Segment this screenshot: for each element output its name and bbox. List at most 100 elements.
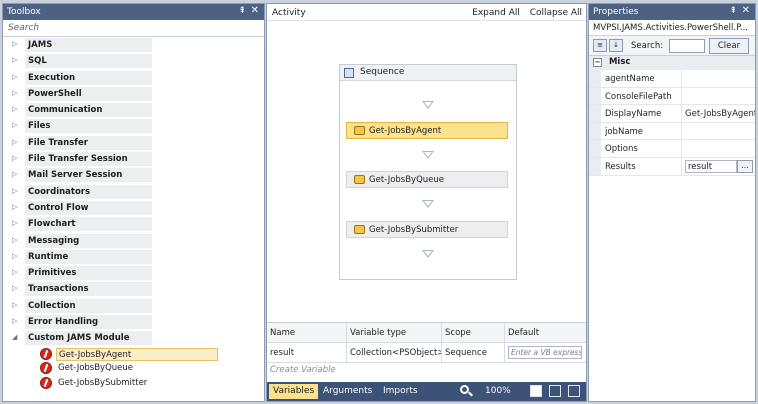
expanded-arrow-icon[interactable]: ◢ bbox=[12, 333, 17, 341]
designer-canvas[interactable]: Sequence Get-JobsByAgent Get-JobsByQueue… bbox=[267, 21, 586, 322]
variable-default-cell[interactable]: Enter a VB expression bbox=[505, 343, 586, 363]
activity-get-jobsbyagent[interactable]: Get-JobsByAgent bbox=[346, 122, 508, 139]
create-variable-link[interactable]: Create Variable bbox=[270, 365, 336, 375]
property-value[interactable] bbox=[681, 87, 755, 105]
drop-target-arrow-icon[interactable] bbox=[422, 250, 434, 258]
drop-target-arrow-icon[interactable] bbox=[422, 151, 434, 159]
property-row[interactable]: Results result... bbox=[589, 157, 755, 176]
categorized-icon[interactable]: ≡ bbox=[593, 39, 607, 52]
expand-all-link[interactable]: Expand All bbox=[472, 8, 520, 18]
variable-type-cell[interactable]: Collection<PSObject> bbox=[347, 343, 442, 363]
property-row[interactable]: jobName bbox=[589, 122, 755, 141]
toolbox-category[interactable]: ▷ Messaging bbox=[3, 233, 264, 249]
toolbox-activity-item[interactable]: Get-JobsBySubmitter bbox=[3, 376, 264, 391]
property-value[interactable] bbox=[681, 70, 755, 87]
drop-target-arrow-icon[interactable] bbox=[422, 101, 434, 109]
property-row[interactable]: DisplayName Get-JobsByAgent bbox=[589, 105, 755, 123]
pin-icon[interactable]: ⇞ bbox=[238, 6, 246, 16]
toolbox-category[interactable]: ▷ JAMS bbox=[3, 37, 264, 53]
category-misc[interactable]: − Misc bbox=[589, 56, 755, 70]
toolbox-category[interactable]: ▷ Control Flow bbox=[3, 200, 264, 216]
toolbox-category[interactable]: ◢ Custom JAMS Module bbox=[3, 330, 264, 346]
toolbox-search-input[interactable]: Search bbox=[3, 20, 264, 37]
toolbox-category[interactable]: ▷ Files bbox=[3, 118, 264, 134]
property-row[interactable]: ConsoleFilePath bbox=[589, 87, 755, 106]
collapsed-arrow-icon[interactable]: ▷ bbox=[12, 268, 17, 276]
toolbox-category-label: Files bbox=[25, 119, 152, 134]
property-value[interactable] bbox=[681, 122, 755, 140]
collapsed-arrow-icon[interactable]: ▷ bbox=[12, 203, 17, 211]
column-header-name[interactable]: Name bbox=[267, 323, 347, 343]
toolbox-category[interactable]: ▷ Error Handling bbox=[3, 314, 264, 330]
tab-arguments[interactable]: Arguments bbox=[319, 384, 376, 399]
toolbox-category[interactable]: ▷ PowerShell bbox=[3, 86, 264, 102]
collapsed-arrow-icon[interactable]: ▷ bbox=[12, 89, 17, 97]
collapsed-arrow-icon[interactable]: ▷ bbox=[12, 138, 17, 146]
zoom-level[interactable]: 100% bbox=[485, 386, 511, 396]
close-icon[interactable]: ✕ bbox=[742, 5, 750, 16]
toolbox-category[interactable]: ▷ Execution bbox=[3, 70, 264, 86]
toolbox-category[interactable]: ▷ File Transfer Session bbox=[3, 151, 264, 167]
toolbox-category[interactable]: ▷ Runtime bbox=[3, 249, 264, 265]
property-value-text[interactable]: Get-JobsByAgent bbox=[685, 109, 755, 119]
collapsed-arrow-icon[interactable]: ▷ bbox=[12, 301, 17, 309]
variable-scope-cell[interactable]: Sequence bbox=[442, 343, 505, 363]
results-input[interactable]: result bbox=[685, 159, 737, 173]
collapsed-arrow-icon[interactable]: ▷ bbox=[12, 170, 17, 178]
toolbox-category[interactable]: ▷ Primitives bbox=[3, 265, 264, 281]
toolbox-category[interactable]: ▷ Transactions bbox=[3, 281, 264, 297]
toolbox-category[interactable]: ▷ SQL bbox=[3, 53, 264, 69]
pin-icon[interactable]: ⇞ bbox=[729, 6, 737, 16]
zoom-icon[interactable] bbox=[460, 385, 469, 394]
property-gutter bbox=[589, 105, 601, 122]
property-value[interactable] bbox=[681, 140, 755, 157]
toolbox-category[interactable]: ▷ File Transfer bbox=[3, 135, 264, 151]
property-value[interactable]: Get-JobsByAgent bbox=[681, 105, 755, 122]
collapsed-arrow-icon[interactable]: ▷ bbox=[12, 252, 17, 260]
toolbox-category[interactable]: ▷ Coordinators bbox=[3, 184, 264, 200]
ellipsis-button[interactable]: ... bbox=[737, 159, 753, 173]
column-header-scope[interactable]: Scope bbox=[442, 323, 505, 343]
collapsed-arrow-icon[interactable]: ▷ bbox=[12, 105, 17, 113]
tab-variables[interactable]: Variables bbox=[269, 384, 319, 399]
toolbox-category[interactable]: ▷ Flowchart bbox=[3, 216, 264, 232]
property-value[interactable]: result... bbox=[681, 157, 755, 175]
variable-name-cell[interactable]: result bbox=[267, 343, 347, 363]
toolbox-category-label: File Transfer bbox=[25, 135, 152, 150]
column-header-variable-type[interactable]: Variable type bbox=[347, 323, 442, 343]
sequence-activity[interactable]: Sequence Get-JobsByAgent Get-JobsByQueue… bbox=[339, 64, 517, 280]
collapsed-arrow-icon[interactable]: ▷ bbox=[12, 73, 17, 81]
collapsed-arrow-icon[interactable]: ▷ bbox=[12, 236, 17, 244]
collapsed-arrow-icon[interactable]: ▷ bbox=[12, 187, 17, 195]
toolbox-category[interactable]: ▷ Communication bbox=[3, 102, 264, 118]
drop-target-arrow-icon[interactable] bbox=[422, 200, 434, 208]
fit-to-screen-icon[interactable] bbox=[549, 385, 561, 397]
collapse-icon[interactable]: − bbox=[593, 58, 602, 67]
collapsed-arrow-icon[interactable]: ▷ bbox=[12, 317, 17, 325]
toolbox-category[interactable]: ▷ Collection bbox=[3, 298, 264, 314]
toolbox-category[interactable]: ▷ Mail Server Session bbox=[3, 167, 264, 183]
tab-imports[interactable]: Imports bbox=[379, 384, 422, 399]
collapse-all-link[interactable]: Collapse All bbox=[530, 8, 582, 18]
toolbox-activity-item[interactable]: Get-JobsByAgent bbox=[3, 347, 264, 362]
table-row[interactable]: result Collection<PSObject> Sequence Ent… bbox=[267, 343, 586, 363]
collapsed-arrow-icon[interactable]: ▷ bbox=[12, 56, 17, 64]
collapsed-arrow-icon[interactable]: ▷ bbox=[12, 40, 17, 48]
collapsed-arrow-icon[interactable]: ▷ bbox=[12, 284, 17, 292]
close-icon[interactable]: ✕ bbox=[251, 5, 259, 16]
sort-alphabetical-icon[interactable]: ↓ bbox=[609, 39, 623, 52]
activity-get-jobsbysubmitter[interactable]: Get-JobsBySubmitter bbox=[346, 221, 508, 238]
collapsed-arrow-icon[interactable]: ▷ bbox=[12, 219, 17, 227]
properties-search-input[interactable] bbox=[669, 39, 705, 53]
overview-map-icon[interactable] bbox=[568, 385, 580, 397]
collapsed-arrow-icon[interactable]: ▷ bbox=[12, 154, 17, 162]
activity-get-jobsbyqueue[interactable]: Get-JobsByQueue bbox=[346, 171, 508, 188]
column-header-default[interactable]: Default bbox=[505, 323, 586, 343]
zoom-dropdown-icon[interactable] bbox=[530, 385, 542, 397]
clear-button[interactable]: Clear bbox=[709, 38, 749, 54]
collapsed-arrow-icon[interactable]: ▷ bbox=[12, 121, 17, 129]
property-row[interactable]: agentName bbox=[589, 70, 755, 88]
property-row[interactable]: Options bbox=[589, 140, 755, 158]
default-expression-input[interactable]: Enter a VB expression bbox=[508, 346, 582, 359]
toolbox-activity-item[interactable]: Get-JobsByQueue bbox=[3, 361, 264, 376]
